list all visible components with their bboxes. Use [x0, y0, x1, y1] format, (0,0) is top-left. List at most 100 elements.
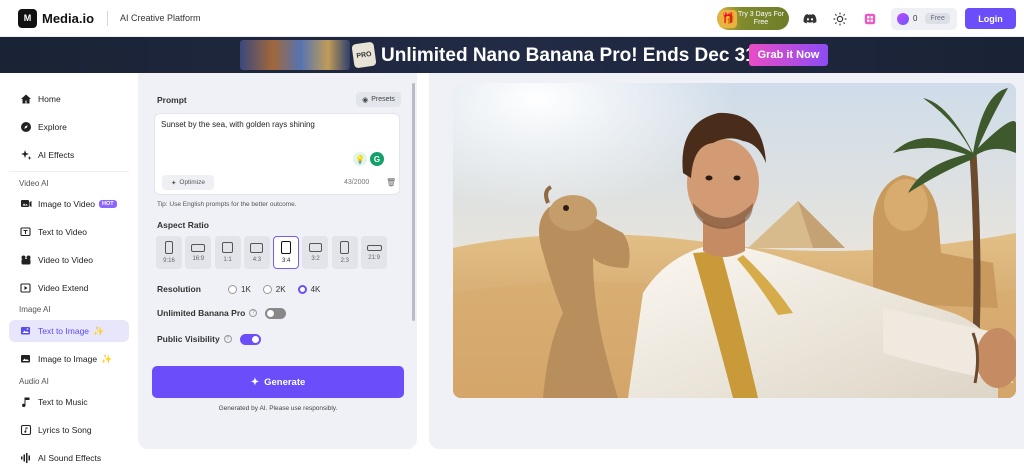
aspect-16-9[interactable]: 16:9: [185, 236, 212, 269]
sidebar-item-ai-sound-effects[interactable]: AI Sound Effects: [9, 447, 129, 469]
logo[interactable]: M Media.io: [18, 8, 95, 28]
sparkle-icon: ✦: [250, 376, 260, 388]
lyrics-icon: [19, 424, 32, 437]
unlimited-banana-label: Unlimited Banana Pro: [157, 308, 246, 318]
home-icon: [19, 93, 32, 106]
image-video-icon: [19, 198, 32, 211]
magic-wand-icon: ✦: [170, 179, 177, 187]
image-image-icon: [19, 353, 32, 366]
login-button[interactable]: Login: [965, 8, 1016, 29]
prompt-input[interactable]: Sunset by the sea, with golden rays shin…: [154, 113, 400, 195]
generation-panel: Prompt ◉ Presets Sunset by the sea, with…: [138, 73, 417, 449]
ratio-label: 21:9: [368, 254, 380, 261]
aspect-3-2[interactable]: 3:2: [302, 236, 329, 269]
ratio-shape-icon: [222, 242, 234, 253]
music-icon: [19, 396, 32, 409]
ratio-label: 4:3: [252, 256, 262, 263]
ratio-shape-icon: [281, 241, 292, 254]
optimize-label: Optimize: [179, 179, 206, 186]
aspect-ratio-options: 9:16 16:9 1:1 4:3 3:4 3:2 2:3 21:9: [156, 236, 390, 269]
aspect-2-3[interactable]: 2:3: [331, 236, 358, 269]
promo-banner[interactable]: PRO Unlimited Nano Banana Pro! Ends Dec …: [0, 37, 1024, 73]
banner-headline: Unlimited Nano Banana Pro! Ends Dec 31.: [381, 45, 762, 66]
sidebar-item-video-extend[interactable]: Video Extend: [9, 277, 129, 299]
generated-image[interactable]: [453, 83, 1016, 398]
grab-it-now-button[interactable]: Grab it Now: [749, 44, 828, 66]
ratio-shape-icon: [250, 242, 264, 253]
help-icon[interactable]: ?: [249, 309, 258, 317]
trial-text: Try 3 Days For Free: [737, 10, 785, 26]
section-title-audio-ai: Audio AI: [19, 377, 49, 386]
sidebar-item-text-to-image[interactable]: Text to Image ✨: [9, 320, 129, 342]
unlimited-banana-toggle[interactable]: [265, 307, 287, 319]
resolution-4k-radio[interactable]: 4K: [297, 284, 320, 294]
banner-artwork: [240, 40, 350, 70]
video-extend-icon: [19, 282, 32, 295]
compass-icon: [19, 121, 32, 134]
sidebar-item-label: Text to Video: [38, 227, 87, 237]
prompt-text: Sunset by the sea, with golden rays shin…: [161, 120, 315, 129]
sidebar-item-home[interactable]: Home: [9, 88, 129, 110]
sidebar-item-label: Video Extend: [38, 283, 89, 293]
radio-dot: [228, 284, 237, 294]
aspect-3-4[interactable]: 3:4: [273, 236, 300, 269]
optimize-button[interactable]: ✦ Optimize: [162, 175, 214, 190]
sidebar-item-label: AI Sound Effects: [38, 453, 102, 463]
presets-button[interactable]: ◉ Presets: [356, 92, 401, 107]
text-video-icon: [19, 226, 32, 239]
sidebar-item-label: AI Effects: [38, 150, 75, 160]
public-visibility-label: Public Visibility: [157, 334, 220, 344]
sidebar-item-lyrics-to-song[interactable]: Lyrics to Song: [9, 419, 129, 441]
pro-badge: PRO: [351, 41, 377, 69]
sidebar-item-label: Image to Video: [38, 199, 96, 209]
radio-dot: [262, 284, 272, 294]
sidebar-item-label: Text to Music: [38, 397, 88, 407]
sidebar-item-label: Image to Image: [38, 354, 98, 364]
section-title-video-ai: Video AI: [19, 179, 49, 188]
sidebar-item-text-to-music[interactable]: Text to Music: [9, 391, 129, 413]
trash-icon[interactable]: 🗑: [386, 178, 396, 187]
grammarly-icon[interactable]: G: [370, 152, 384, 166]
sidebar-item-image-to-video[interactable]: Image to Video HOT: [9, 193, 129, 215]
theme-toggle-icon[interactable]: [831, 10, 849, 28]
sound-icon: [19, 452, 32, 465]
app-grid-icon[interactable]: [861, 10, 879, 28]
sidebar-item-video-to-video[interactable]: Video to Video: [9, 249, 129, 271]
section-title-image-ai: Image AI: [19, 305, 51, 314]
aspect-9-16[interactable]: 9:16: [156, 236, 182, 269]
sidebar-item-label: Video to Video: [38, 255, 93, 265]
sidebar-item-label: Home: [38, 94, 61, 104]
resolution-2k-radio[interactable]: 2K: [262, 284, 286, 294]
sidebar-item-image-to-image[interactable]: Image to Image ✨: [9, 348, 129, 370]
generate-button[interactable]: ✦ Generate: [152, 366, 404, 398]
ratio-label: 2:3: [340, 258, 349, 264]
public-visibility-toggle[interactable]: [239, 333, 261, 345]
credits-display[interactable]: 0 Free: [891, 7, 957, 30]
video-video-icon: [19, 254, 32, 267]
free-trial-button[interactable]: 🎁 Try 3 Days For Free: [717, 7, 789, 30]
free-badge: Free: [925, 13, 950, 24]
resolution-label: Resolution: [157, 284, 201, 294]
panel-scrollbar[interactable]: [412, 83, 415, 321]
logo-mark: M: [18, 8, 37, 28]
lightbulb-icon[interactable]: 💡: [353, 152, 367, 166]
sidebar: Home Explore AI Effects Video AI Image t…: [0, 73, 138, 475]
sidebar-item-ai-effects[interactable]: AI Effects: [9, 144, 129, 166]
aspect-21-9[interactable]: 21:9: [361, 236, 388, 269]
ratio-shape-icon: [340, 241, 350, 254]
prompt-tools: 💡 G: [353, 152, 384, 166]
sidebar-item-text-to-video[interactable]: Text to Video: [9, 221, 129, 243]
ratio-shape-icon: [165, 241, 173, 254]
help-icon[interactable]: ?: [223, 335, 232, 343]
discord-icon[interactable]: [801, 10, 819, 28]
credits-icon: [897, 12, 909, 25]
aspect-1-1[interactable]: 1:1: [214, 236, 241, 269]
aspect-4-3[interactable]: 4:3: [243, 236, 270, 269]
resolution-1k-radio[interactable]: 1K: [228, 284, 251, 294]
presets-icon: ◉: [362, 96, 369, 104]
ai-disclaimer: Generated by AI. Please use responsibly.: [218, 405, 338, 412]
logo-text: Media.io: [42, 10, 95, 26]
resolution-row: Resolution 1K 2K 4K: [157, 283, 407, 295]
sidebar-item-explore[interactable]: Explore: [9, 116, 129, 138]
char-counter: 43/2000: [344, 179, 370, 186]
